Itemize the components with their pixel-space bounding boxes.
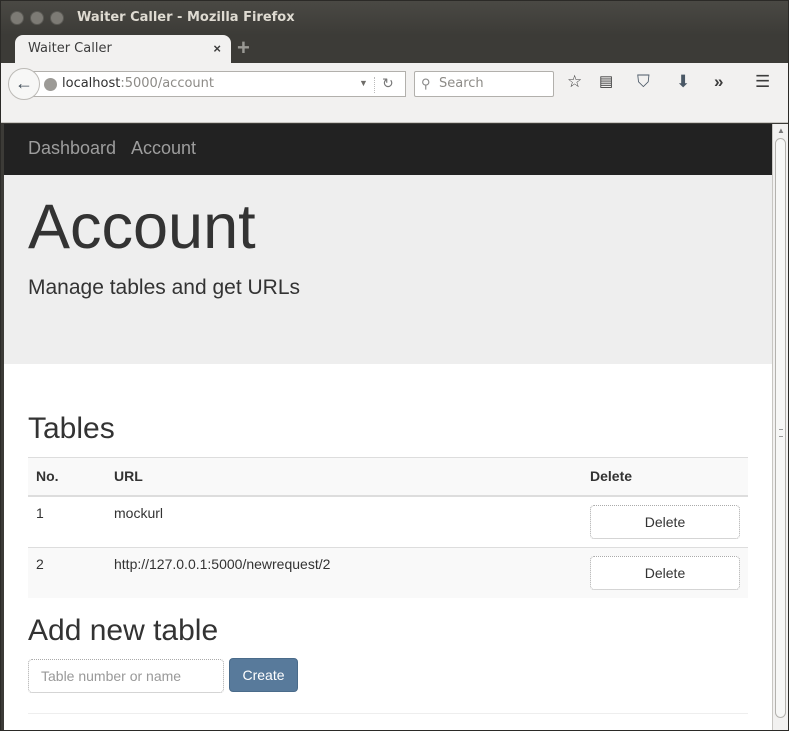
column-header-no: No.: [28, 457, 106, 497]
create-button[interactable]: Create: [229, 658, 298, 692]
window-maximize-button[interactable]: [50, 11, 64, 25]
delete-button[interactable]: Delete: [590, 504, 740, 539]
reload-icon[interactable]: ↻: [382, 75, 394, 92]
add-table-heading: Add new table: [28, 614, 219, 647]
window-close-button[interactable]: [10, 11, 24, 25]
close-icon[interactable]: ×: [213, 41, 221, 56]
divider: [374, 77, 375, 93]
column-header-delete: Delete: [582, 457, 748, 497]
vertical-scrollbar[interactable]: ▲: [772, 124, 788, 730]
table-row: 2 http://127.0.0.1:5000/newrequest/2 Del…: [28, 546, 748, 598]
table-number: 1: [28, 495, 106, 547]
overflow-icon[interactable]: »: [714, 72, 723, 92]
url-bar[interactable]: localhost:5000/account ▼ ↻: [31, 71, 406, 97]
search-icon: ⚲: [421, 76, 431, 91]
browser-tab[interactable]: Waiter Caller ×: [15, 35, 231, 65]
search-placeholder: Search: [439, 76, 484, 91]
divider: [28, 713, 748, 714]
new-tab-icon[interactable]: +: [237, 37, 250, 59]
back-button[interactable]: ←: [8, 68, 40, 100]
browser-window: Waiter Caller - Mozilla Firefox Waiter C…: [0, 0, 789, 731]
menu-icon[interactable]: ☰: [755, 72, 770, 92]
back-arrow-icon: ←: [15, 73, 33, 93]
tables-heading: Tables: [28, 412, 115, 445]
nav-item-account[interactable]: Account: [131, 138, 196, 159]
bookmark-star-icon[interactable]: ☆: [567, 72, 582, 92]
chevron-down-icon[interactable]: ▼: [359, 78, 368, 88]
pocket-icon[interactable]: ⛉: [637, 72, 650, 92]
search-input[interactable]: ⚲ Search: [414, 71, 554, 97]
scroll-up-icon[interactable]: ▲: [777, 126, 785, 135]
reading-list-icon[interactable]: ▤: [599, 72, 613, 92]
url-host: localhost: [62, 76, 121, 91]
delete-button[interactable]: Delete: [590, 555, 740, 590]
nav-item-dashboard[interactable]: Dashboard: [28, 138, 116, 159]
url-text[interactable]: localhost:5000/account: [62, 76, 214, 91]
page-subtitle: Manage tables and get URLs: [28, 276, 301, 299]
table-row: 1 mockurl Delete: [28, 495, 748, 547]
tables-table: No. URL Delete 1 mockurl Delete 2 http:/…: [28, 457, 748, 598]
table-number: 2: [28, 546, 106, 598]
top-navbar: Dashboard Account: [4, 124, 772, 175]
window-title: Waiter Caller - Mozilla Firefox: [77, 10, 295, 25]
scrollbar-thumb[interactable]: [775, 138, 786, 718]
page-content: Dashboard Account Account Manage tables …: [4, 124, 772, 730]
browser-toolbar: localhost:5000/account ▼ ↻ ← ⚲ Search ☆ …: [1, 63, 788, 123]
title-bar: Waiter Caller - Mozilla Firefox: [1, 1, 788, 35]
table-url: http://127.0.0.1:5000/newrequest/2: [106, 546, 582, 598]
window-minimize-button[interactable]: [30, 11, 44, 25]
column-header-url: URL: [106, 457, 582, 497]
page-title: Account: [28, 192, 256, 262]
globe-icon: [44, 78, 57, 91]
table-url: mockurl: [106, 495, 582, 547]
jumbotron: Account Manage tables and get URLs: [4, 175, 772, 364]
table-name-input[interactable]: [28, 659, 224, 693]
download-icon[interactable]: ⬇: [676, 72, 690, 92]
url-path: :5000/account: [120, 76, 214, 91]
tab-label: Waiter Caller: [28, 41, 112, 56]
grip-icon: [779, 429, 783, 437]
table-header-row: No. URL Delete: [28, 457, 748, 497]
